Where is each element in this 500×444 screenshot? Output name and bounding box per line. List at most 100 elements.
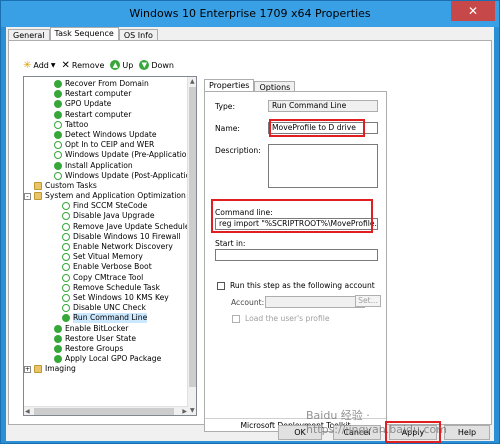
check-icon [54, 344, 62, 353]
tree-item[interactable]: Disable Java Upgrade [24, 211, 188, 221]
scroll-right-icon[interactable]: ▶ [182, 408, 187, 415]
tree-item[interactable]: Disable UNC Check [24, 303, 188, 313]
tree-item-label: Install Application [65, 160, 133, 170]
tree-item[interactable]: Restore Groups [24, 344, 188, 354]
expand-icon[interactable]: + [24, 366, 31, 374]
tree-item-label: Remove Jave Update Schedule F [73, 221, 197, 231]
down-button[interactable]: ▼ Down [139, 60, 174, 70]
start-in-field[interactable] [215, 249, 378, 261]
title-bar[interactable]: Windows 10 Enterprise 1709 x64 Propertie… [1, 1, 499, 27]
tree-item[interactable]: Find SCCM SteCode [24, 201, 188, 211]
check-outline-icon [62, 263, 70, 272]
tree-item[interactable]: Recover From Domain [24, 79, 188, 89]
tree-item[interactable]: Remove Jave Update Schedule F [24, 222, 196, 232]
type-value: Run Command Line [268, 100, 378, 112]
check-icon [54, 80, 62, 88]
tree-item[interactable]: GPO Update [24, 99, 188, 109]
window-title: Windows 10 Enterprise 1709 x64 Propertie… [129, 7, 371, 20]
tree-item-label: Restore User State [65, 333, 137, 343]
check-icon [54, 334, 62, 343]
baidu-watermark: Baidu 经验 · https://jingyan.baidu.com [306, 409, 447, 436]
tree-item[interactable]: Opt In to CEIP and WER [24, 140, 188, 150]
type-label: Type: [215, 102, 235, 111]
scroll-down-icon[interactable]: ▼ [190, 407, 195, 414]
tree-item[interactable]: Apply Local GPO Package [24, 354, 188, 364]
task-sequence-panel: ✳ Add ▼ ✕ Remove ▲ Up ▼ Down Recover Fro… [8, 40, 492, 432]
check-icon [54, 161, 62, 170]
account-label: Account: [231, 298, 265, 307]
tree-item[interactable]: Remove Schedule Task [24, 283, 188, 293]
tree-item-label: Disable Java Upgrade [73, 211, 155, 221]
tree-item[interactable]: Set Vitual Memory [24, 252, 188, 262]
tree-item[interactable]: Copy CMtrace Tool [24, 273, 188, 283]
run-as-label: Run this step as the following account [230, 281, 375, 290]
tree-item[interactable]: Detect Windows Update [24, 130, 188, 140]
tree-item-label: Restart computer [65, 109, 132, 119]
tree-item-label: Set Vitual Memory [73, 252, 143, 262]
tree-horizontal-scroll-thumb[interactable] [34, 408, 174, 415]
tree-item[interactable]: Restart computer [24, 89, 188, 99]
remove-label: Remove [71, 60, 105, 70]
check-outline-icon [62, 212, 70, 221]
tab-task-sequence[interactable]: Task Sequence [49, 27, 119, 41]
task-sequence-tree[interactable]: Recover From Domain Restart computer GPO U… [23, 76, 197, 416]
tree-item[interactable]: Enable BitLocker [24, 324, 188, 334]
tree-item[interactable]: Disable Windows 10 Firewall [24, 232, 188, 242]
tree-horizontal-scrollbar[interactable]: ◀ ▶ [24, 406, 188, 415]
tree-item[interactable]: Install Application [24, 161, 188, 171]
tree-item[interactable]: Windows Update (Post-Application Ins [24, 171, 196, 181]
add-star-icon: ✳ [23, 59, 32, 71]
tree-item-label: Enable Network Discovery [73, 242, 173, 251]
tree-item[interactable]: Tattoo [24, 120, 188, 130]
folder-icon [34, 365, 42, 374]
check-outline-icon [54, 120, 62, 129]
account-field [265, 296, 365, 308]
tree-item-label: Recover From Domain [65, 79, 149, 88]
up-button[interactable]: ▲ Up [110, 60, 133, 70]
tree-item-label: Restore Groups [65, 343, 124, 353]
check-icon [54, 90, 62, 99]
check-outline-icon [62, 243, 70, 251]
tree-item-label: Find SCCM SteCode [73, 201, 148, 211]
tree-item[interactable]: Enable Network Discovery [24, 242, 188, 252]
tree-item-label: Imaging [45, 364, 76, 374]
check-outline-icon [62, 202, 70, 211]
tree-item[interactable]: - System and Application Optimization [24, 191, 188, 201]
tree-item[interactable]: Windows Update (Pre-Application Inst [24, 150, 196, 160]
arrow-down-icon: ▼ [139, 60, 150, 70]
description-field[interactable] [268, 144, 378, 188]
add-label: Add [33, 60, 49, 70]
up-label: Up [122, 60, 134, 70]
tree-item-label: Disable UNC Check [73, 303, 146, 313]
tree-item-label: Run Command Line [73, 313, 148, 324]
check-outline-icon [62, 283, 70, 292]
remove-button[interactable]: ✕ Remove [62, 60, 105, 71]
check-outline-icon [54, 151, 62, 160]
folder-icon [34, 192, 42, 201]
collapse-icon[interactable]: - [24, 193, 31, 201]
check-icon [54, 324, 62, 333]
tree-vertical-scroll-thumb[interactable] [189, 87, 196, 387]
properties-window: Windows 10 Enterprise 1709 x64 Propertie… [0, 0, 500, 444]
tree-item[interactable]: Run Command Line [24, 313, 188, 324]
tree-item-label: Tattoo [65, 119, 89, 129]
close-button[interactable]: ✕ [451, 1, 495, 21]
set-account-button: Set... [355, 295, 381, 307]
dialog-client: General Task Sequence OS Info ✳ Add ▼ ✕ … [6, 27, 494, 443]
tree-item[interactable]: + Imaging [24, 364, 188, 374]
name-highlight [269, 119, 365, 137]
run-as-checkbox[interactable] [217, 282, 225, 290]
tree-item[interactable]: Custom Tasks [24, 181, 188, 191]
load-profile-label: Load the user's profile [245, 314, 330, 323]
check-icon [54, 110, 62, 119]
tree-item[interactable]: Set Windows 10 KMS Key [24, 293, 188, 303]
scroll-left-icon[interactable]: ◀ [25, 408, 30, 415]
scroll-up-icon[interactable]: ▲ [190, 78, 195, 85]
tree-item[interactable]: Restart computer [24, 110, 188, 120]
name-label: Name: [215, 124, 240, 133]
tree-item[interactable]: Enable Verbose Boot [24, 262, 188, 272]
tree-vertical-scrollbar[interactable]: ▲ ▼ [187, 77, 196, 415]
tree-item[interactable]: Restore User State [24, 334, 188, 344]
check-icon [54, 130, 62, 139]
add-button[interactable]: ✳ Add ▼ [23, 60, 56, 71]
